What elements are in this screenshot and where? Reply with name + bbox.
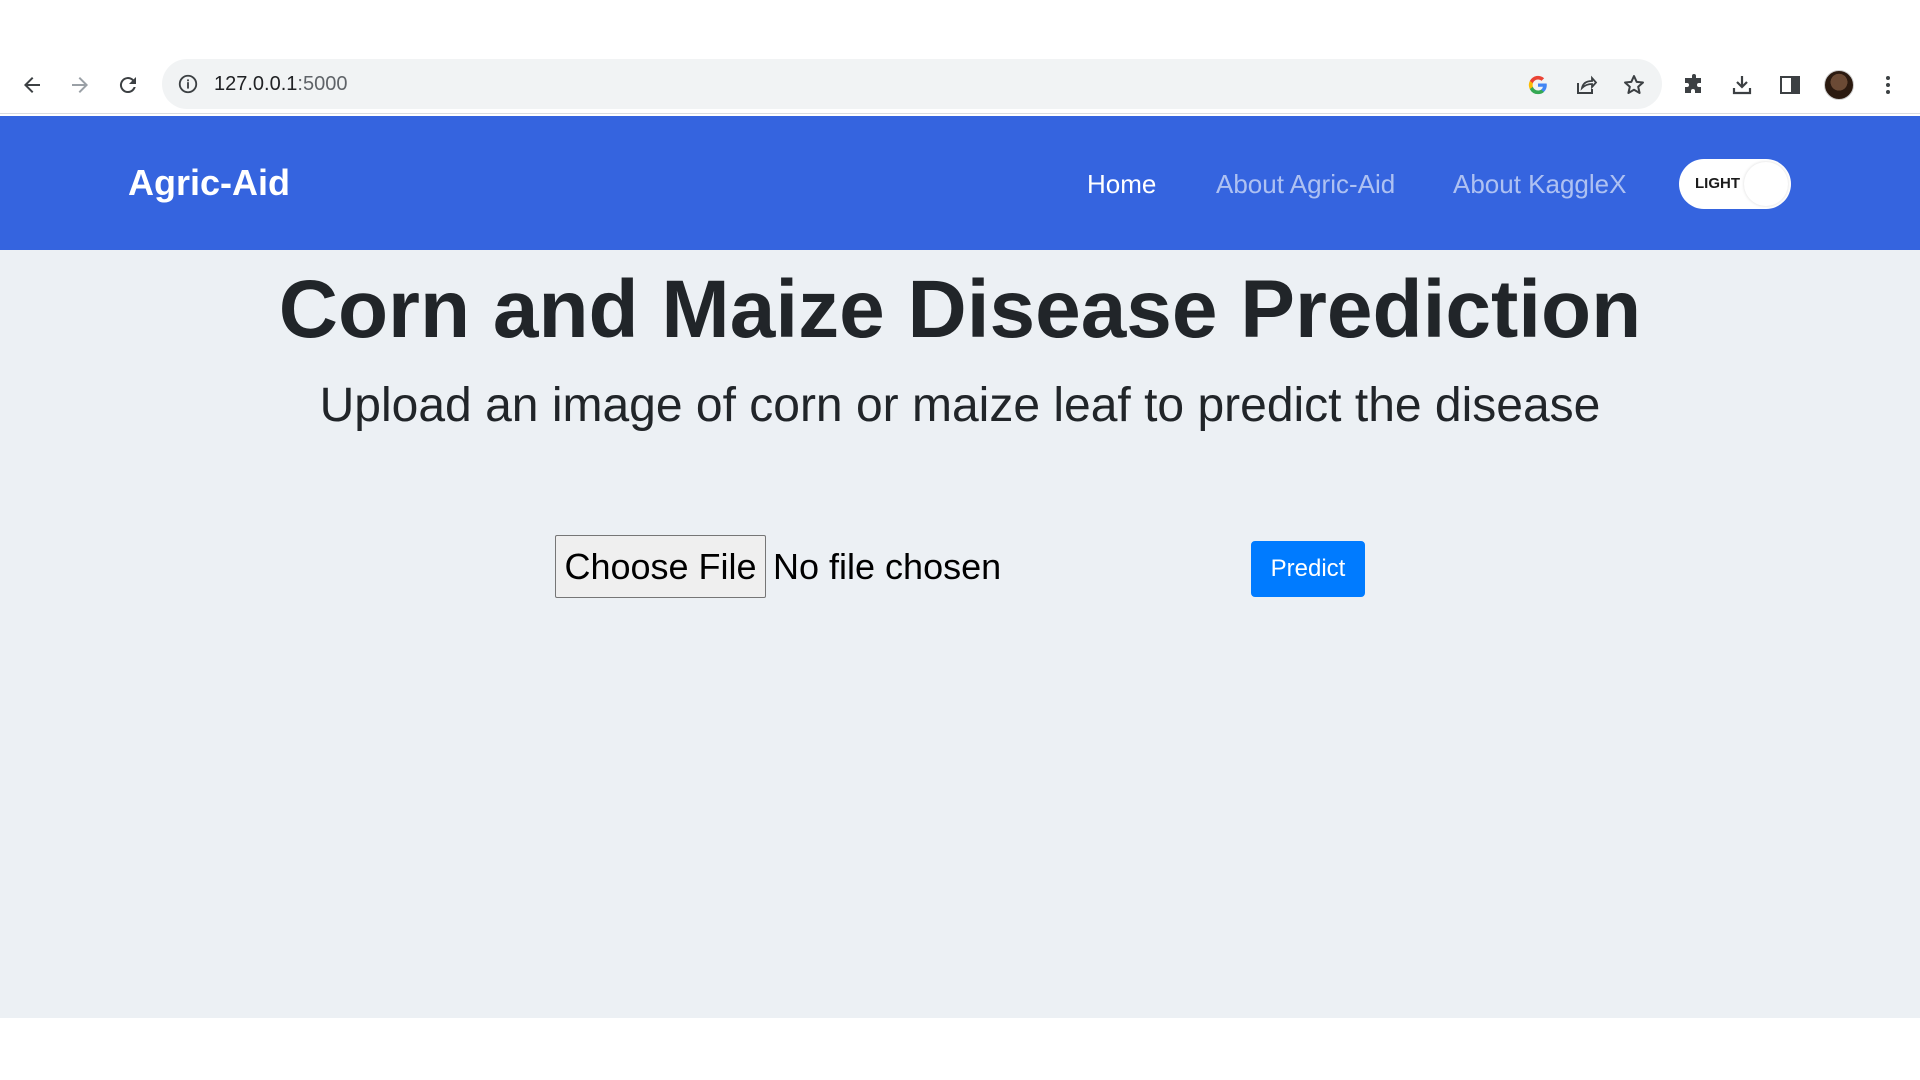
url-host: 127.0.0.1 <box>214 73 298 95</box>
star-icon[interactable] <box>1620 71 1648 99</box>
profile-avatar[interactable] <box>1824 70 1854 100</box>
reload-icon[interactable] <box>108 65 148 105</box>
share-icon[interactable] <box>1572 71 1600 99</box>
browser-tab-strip <box>0 0 1920 56</box>
file-status-text: No file chosen <box>773 546 1002 587</box>
theme-toggle[interactable]: LIGHT <box>1679 159 1791 209</box>
nav-link-home[interactable]: Home <box>1087 116 1156 250</box>
predict-button[interactable]: Predict <box>1251 541 1365 597</box>
info-icon[interactable] <box>176 72 200 96</box>
page-bottom-area <box>0 1018 1920 1080</box>
download-icon[interactable] <box>1728 69 1756 101</box>
google-icon[interactable] <box>1524 71 1552 99</box>
site-navbar: Agric-Aid Home About Agric-Aid About Kag… <box>0 116 1920 250</box>
theme-toggle-label: LIGHT <box>1695 175 1740 192</box>
choose-file-button[interactable]: Choose File <box>555 535 766 598</box>
nav-link-about-agric-aid[interactable]: About Agric-Aid <box>1216 116 1395 250</box>
back-arrow-icon[interactable] <box>12 65 52 105</box>
address-bar[interactable]: 127.0.0.1:5000 <box>162 59 1662 109</box>
upload-form: Choose File No file chosen Predict <box>555 535 1375 601</box>
nav-link-about-kagglex[interactable]: About KaggleX <box>1453 116 1626 250</box>
url-port: :5000 <box>297 73 348 95</box>
main-content: Corn and Maize Disease Prediction Upload… <box>0 250 1920 1018</box>
browser-toolbar: 127.0.0.1:5000 <box>0 56 1920 114</box>
side-panel-icon[interactable] <box>1776 69 1804 101</box>
page-title: Corn and Maize Disease Prediction <box>278 264 1642 355</box>
theme-toggle-knob[interactable] <box>1744 162 1788 206</box>
kebab-menu-icon[interactable] <box>1874 69 1902 101</box>
page-subtitle: Upload an image of corn or maize leaf to… <box>319 379 1601 432</box>
forward-arrow-icon[interactable] <box>60 65 100 105</box>
url-text[interactable]: 127.0.0.1:5000 <box>214 59 347 109</box>
brand-logo-link[interactable]: Agric-Aid <box>128 116 290 250</box>
puzzle-icon[interactable] <box>1680 69 1708 101</box>
